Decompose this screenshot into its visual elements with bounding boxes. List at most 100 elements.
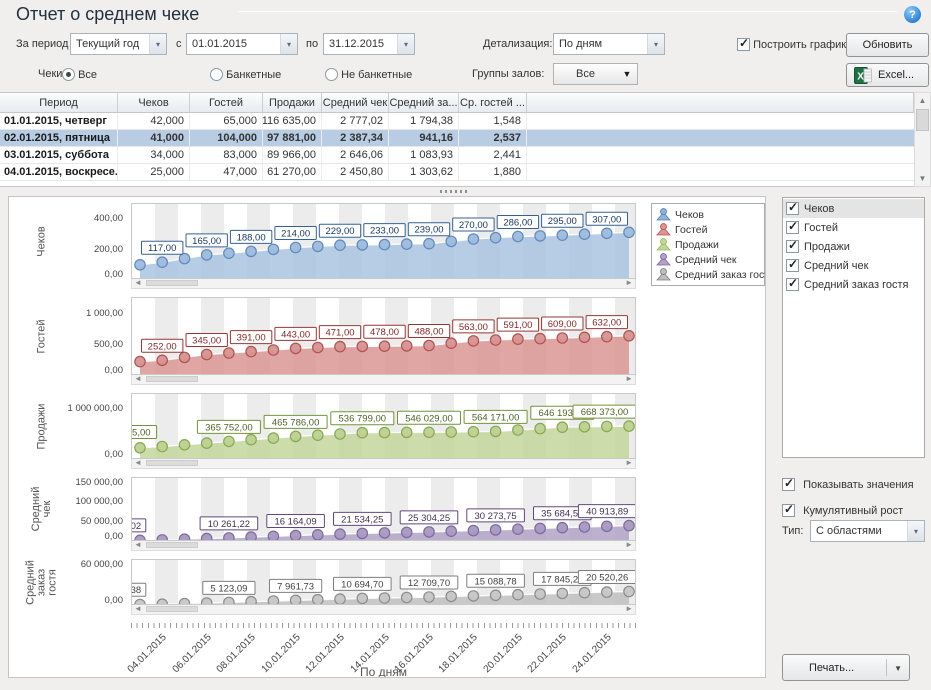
- header-divider: [238, 11, 897, 12]
- report-table: ПериодЧековГостейПродажиСредний чекСредн…: [0, 92, 914, 187]
- page-title: Отчет о среднем чеке: [16, 4, 199, 25]
- column-header[interactable]: Чеков: [118, 93, 190, 113]
- period-cell: 02.01.2015, пятница: [0, 130, 118, 146]
- scroll-up-icon[interactable]: ▲: [915, 93, 930, 108]
- build-chart-checkbox[interactable]: Построить график: [737, 38, 846, 51]
- y-tick-label: 0,00: [9, 269, 123, 280]
- hall-groups-dropdown[interactable]: Все▼: [553, 63, 638, 85]
- legend-label: Чеков: [675, 209, 704, 221]
- scroll-right-icon[interactable]: ►: [625, 278, 633, 287]
- toolbar-row-2: Чеки: Все Банкетные Не банкетные Группы …: [0, 63, 931, 87]
- column-header[interactable]: Средний за...: [389, 93, 459, 113]
- chart-horizontal-scrollbar[interactable]: ◄►: [131, 605, 636, 615]
- plot-area[interactable]: 0210 261,2216 164,0921 534,2525 304,2530…: [131, 477, 636, 541]
- table-row[interactable]: 03.01.2015, суббота34,00083,00089 966,00…: [0, 147, 914, 164]
- detail-combobox[interactable]: По дням▾: [553, 33, 665, 55]
- svg-text:165,00: 165,00: [192, 236, 221, 247]
- help-icon[interactable]: ?: [904, 6, 921, 23]
- series-checkbox-item[interactable]: Гостей: [783, 218, 924, 237]
- checkbox-icon: [786, 278, 799, 291]
- date-to-field[interactable]: 31.12.2015▾: [323, 33, 415, 55]
- svg-text:188,00: 188,00: [237, 232, 266, 243]
- scroll-left-icon[interactable]: ◄: [134, 458, 142, 467]
- svg-text:5 123,09: 5 123,09: [210, 583, 247, 594]
- table-row[interactable]: 02.01.2015, пятница41,000104,00097 881,0…: [0, 130, 914, 147]
- scroll-left-icon[interactable]: ◄: [134, 540, 142, 549]
- period-combobox[interactable]: Текущий год▾: [70, 33, 167, 55]
- scrollbar-thumb[interactable]: [146, 460, 198, 466]
- scroll-right-icon[interactable]: ►: [625, 604, 633, 613]
- series-checkbox-item[interactable]: Чеков: [783, 199, 924, 218]
- plot-area[interactable]: 5,00365 752,00465 786,00536 799,00546 02…: [131, 393, 636, 459]
- checkbox-icon: [786, 240, 799, 253]
- column-header[interactable]: Продажи: [263, 93, 322, 113]
- chevron-down-icon: ▾: [907, 521, 924, 541]
- scrollbar-thumb[interactable]: [146, 542, 198, 548]
- scroll-right-icon[interactable]: ►: [625, 540, 633, 549]
- chart-horizontal-scrollbar[interactable]: ◄►: [131, 459, 636, 469]
- report-window: Отчет о среднем чеке ? За период Текущий…: [0, 0, 931, 690]
- scrollbar-thumb[interactable]: [146, 376, 198, 382]
- value-cell: 47,000: [190, 164, 263, 180]
- value-cell: 1,548: [459, 113, 527, 129]
- scroll-left-icon[interactable]: ◄: [134, 604, 142, 613]
- scroll-right-icon[interactable]: ►: [625, 374, 633, 383]
- print-button[interactable]: Печать... ▼: [782, 654, 910, 681]
- table-row[interactable]: 04.01.2015, воскресе...25,00047,00061 27…: [0, 164, 914, 181]
- column-header[interactable]: Средний чек: [322, 93, 389, 113]
- column-header-filler: [527, 93, 914, 113]
- x-axis-labels: 04.01.201506.01.201508.01.201510.01.2015…: [9, 628, 765, 665]
- refresh-button[interactable]: Обновить: [846, 33, 929, 57]
- svg-text:295,00: 295,00: [548, 216, 577, 227]
- svg-text:471,00: 471,00: [325, 328, 354, 339]
- column-header[interactable]: Ср. гостей ...: [459, 93, 527, 113]
- chart-horizontal-scrollbar[interactable]: ◄►: [131, 279, 636, 289]
- scroll-left-icon[interactable]: ◄: [134, 278, 142, 287]
- radio-banquet[interactable]: Банкетные: [210, 68, 281, 81]
- table-vertical-scrollbar[interactable]: ▲ ▼: [914, 92, 931, 187]
- chart-strip-4: Средний чек150 000,00100 000,0050 000,00…: [9, 477, 765, 551]
- chart-type-row: Тип: С областями▾: [782, 525, 803, 537]
- table-row[interactable]: 01.01.2015, четверг42,00065,000116 635,0…: [0, 113, 914, 130]
- plot-area[interactable]: 252,00345,00391,00443,00471,00478,00488,…: [131, 297, 636, 375]
- svg-text:17 845,26: 17 845,26: [541, 574, 583, 585]
- chart-horizontal-scrollbar[interactable]: ◄►: [131, 541, 636, 551]
- date-from-field[interactable]: 01.01.2015▾: [186, 33, 298, 55]
- value-cell: 2 777,02: [322, 113, 389, 129]
- scroll-left-icon[interactable]: ◄: [134, 374, 142, 383]
- triangle-down-icon: ▼: [894, 664, 902, 673]
- value-cell: 2 646,06: [322, 147, 389, 163]
- splitter-handle[interactable]: [0, 187, 931, 196]
- column-header[interactable]: Гостей: [190, 93, 263, 113]
- y-tick-label: 0,00: [9, 531, 123, 542]
- series-label: Продажи: [804, 241, 850, 253]
- column-header[interactable]: Период: [0, 93, 118, 113]
- series-area-icon: [656, 238, 671, 251]
- scroll-right-icon[interactable]: ►: [625, 458, 633, 467]
- svg-text:563,00: 563,00: [459, 322, 488, 333]
- value-cell: 1,880: [459, 164, 527, 180]
- scrollbar-thumb[interactable]: [916, 109, 929, 131]
- y-tick-label: 0,00: [9, 595, 123, 606]
- excel-button[interactable]: X Excel...: [846, 63, 929, 87]
- plot-area[interactable]: 117,00165,00188,00214,00229,00233,00239,…: [131, 203, 636, 279]
- value-cell: 116 635,00: [263, 113, 322, 129]
- table-header-row: ПериодЧековГостейПродажиСредний чекСредн…: [0, 93, 914, 113]
- cumulative-growth-checkbox[interactable]: Кумулятивный рост: [782, 504, 903, 517]
- scrollbar-thumb[interactable]: [146, 280, 198, 286]
- radio-not-banquet[interactable]: Не банкетные: [325, 68, 412, 81]
- period-cell: 03.01.2015, суббота: [0, 147, 118, 163]
- series-checkbox-item[interactable]: Средний заказ гостя: [783, 275, 924, 294]
- plot-area[interactable]: 385 123,097 961,7310 694,7012 709,7015 0…: [131, 559, 636, 605]
- show-values-checkbox[interactable]: Показывать значения: [782, 478, 914, 491]
- chart-type-combobox[interactable]: С областями▾: [810, 520, 925, 542]
- radio-all[interactable]: Все: [62, 68, 97, 81]
- series-area-icon: [656, 208, 671, 221]
- series-checkbox-item[interactable]: Средний чек: [783, 256, 924, 275]
- chart-horizontal-scrollbar[interactable]: ◄►: [131, 375, 636, 385]
- svg-text:25 304,25: 25 304,25: [408, 513, 450, 524]
- series-label: Средний заказ гостя: [804, 279, 908, 291]
- scroll-down-icon[interactable]: ▼: [915, 171, 930, 186]
- series-checkbox-item[interactable]: Продажи: [783, 237, 924, 256]
- scrollbar-thumb[interactable]: [146, 606, 198, 612]
